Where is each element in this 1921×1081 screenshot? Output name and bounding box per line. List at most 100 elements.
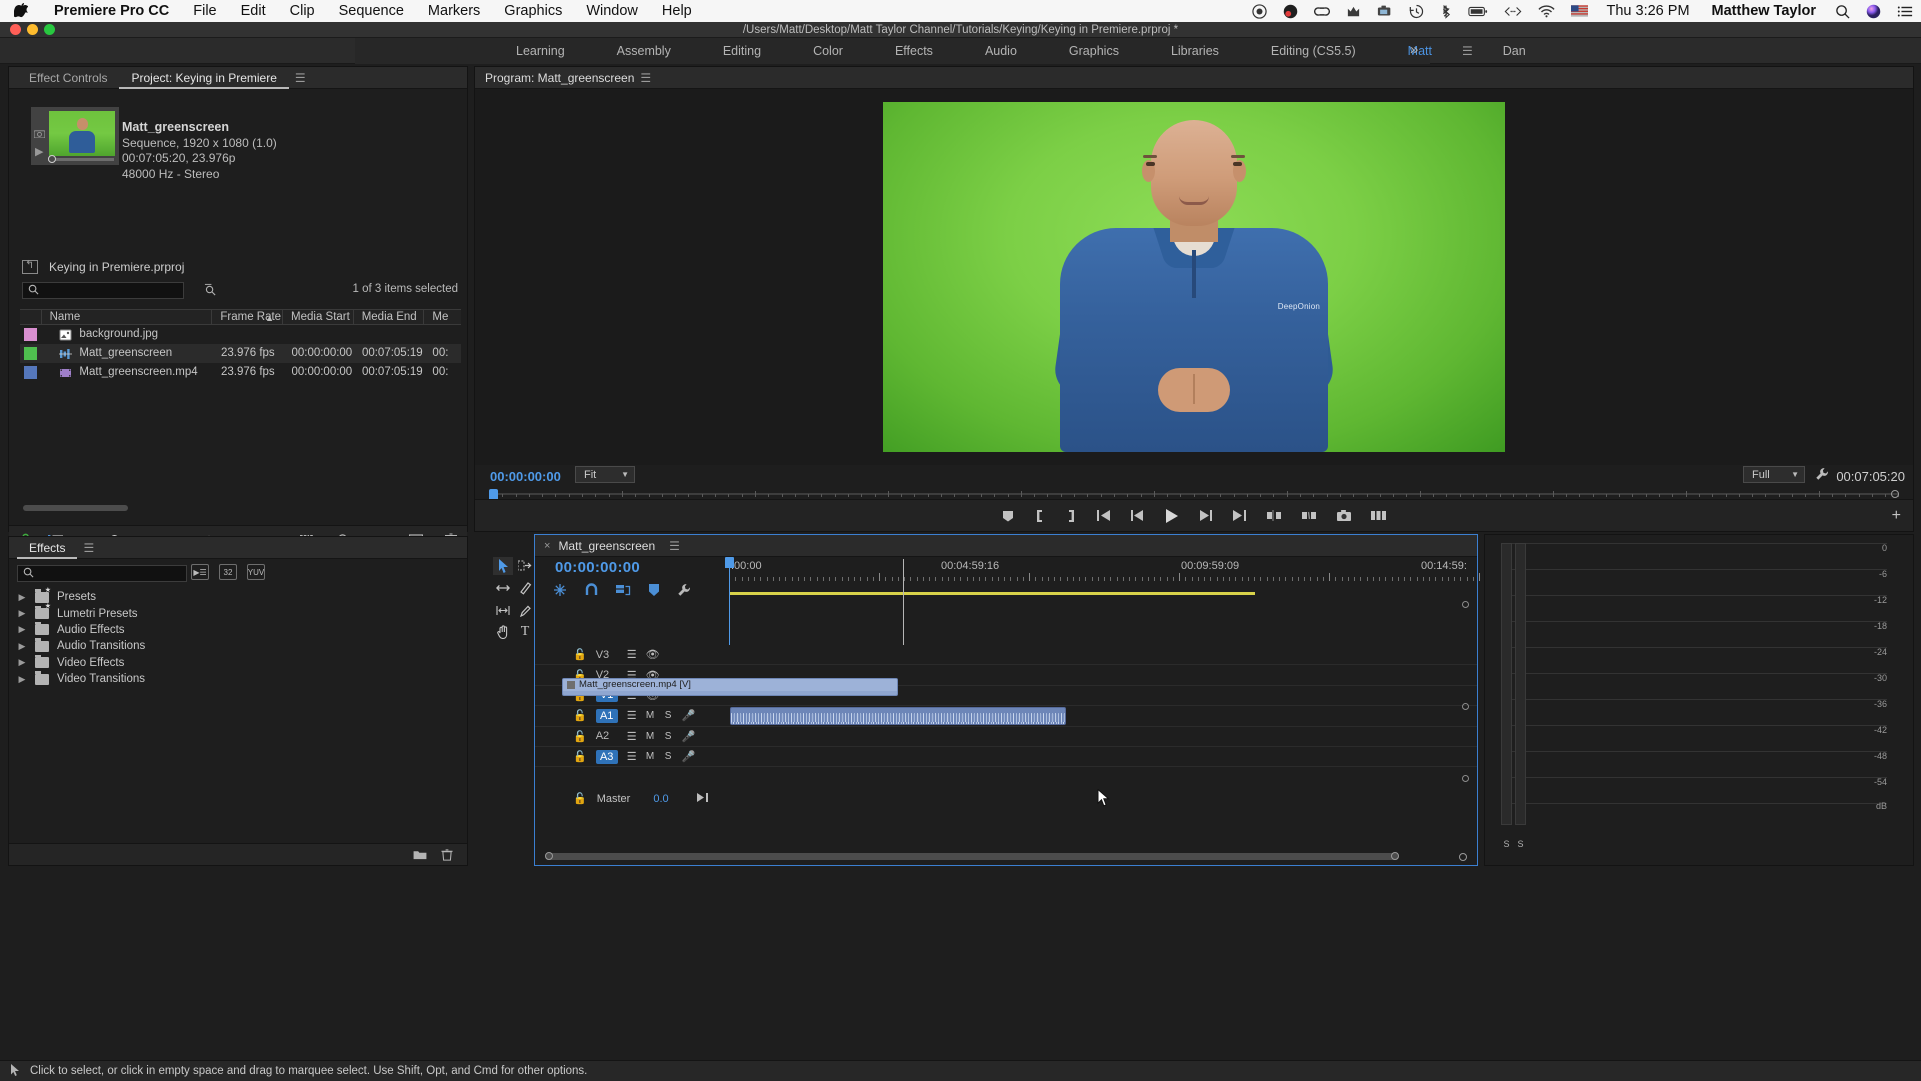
effects-tree-item-video-effects[interactable]: ▶ Video Effects bbox=[13, 654, 463, 671]
playback-resolution-select[interactable]: Full ▼ bbox=[1743, 466, 1805, 483]
preview-thumbnail[interactable]: ▶ bbox=[31, 107, 119, 165]
close-tab-icon[interactable]: × bbox=[544, 540, 550, 552]
workspace-tab-effects[interactable]: Effects bbox=[869, 38, 959, 64]
column-header-swatch[interactable] bbox=[20, 309, 42, 325]
track-label[interactable]: V3 bbox=[596, 649, 618, 661]
sync-lock-icon[interactable]: ☰ bbox=[627, 750, 637, 763]
panel-menu-icon[interactable]: ☰ bbox=[634, 71, 657, 85]
zoom-window-button[interactable] bbox=[44, 24, 55, 35]
lock-icon[interactable]: 🔓 bbox=[573, 750, 587, 763]
creative-cloud-icon[interactable] bbox=[1306, 4, 1338, 19]
workspace-tab-graphics[interactable]: Graphics bbox=[1043, 38, 1145, 64]
menu-app-name[interactable]: Premiere Pro CC bbox=[42, 3, 181, 19]
track-lane-v3[interactable] bbox=[729, 645, 1477, 666]
bluetooth-icon[interactable] bbox=[1432, 4, 1460, 19]
track-lane-a2[interactable] bbox=[729, 727, 1477, 747]
lock-icon[interactable]: 🔓 bbox=[573, 648, 587, 661]
timeline-master-row[interactable]: 🔓 Master 0.0 bbox=[535, 788, 729, 809]
time-machine-icon[interactable] bbox=[1401, 4, 1432, 19]
zoom-level-select[interactable]: Fit ▼ bbox=[575, 466, 635, 483]
sync-lock-icon[interactable]: ☰ bbox=[627, 709, 637, 722]
chevron-right-icon[interactable]: ▶ bbox=[17, 592, 27, 603]
program-timecode[interactable]: 00:00:00:00 bbox=[490, 469, 561, 484]
chevron-right-icon[interactable]: ▶ bbox=[17, 624, 27, 635]
yuv-effects-icon[interactable]: YUV bbox=[247, 564, 265, 580]
audio-meter-bars[interactable] bbox=[1501, 543, 1545, 825]
project-search-input[interactable] bbox=[39, 284, 169, 297]
mark-out-icon[interactable] bbox=[1065, 509, 1077, 523]
close-window-button[interactable] bbox=[10, 24, 21, 35]
battery-icon[interactable] bbox=[1460, 5, 1496, 18]
wifi-icon[interactable] bbox=[1530, 4, 1563, 18]
solo-track-button[interactable]: S bbox=[664, 731, 673, 742]
effects-tree-item-audio-effects[interactable]: ▶ Audio Effects bbox=[13, 621, 463, 638]
sequence-settings-icon[interactable] bbox=[553, 583, 567, 597]
razor-tool[interactable] bbox=[515, 579, 535, 597]
project-horizontal-scrollbar[interactable] bbox=[23, 505, 128, 511]
code-icon[interactable] bbox=[1496, 5, 1530, 18]
step-back-icon[interactable] bbox=[1130, 509, 1144, 522]
menu-item-help[interactable]: Help bbox=[650, 3, 704, 19]
track-target-dot-mid[interactable] bbox=[1462, 703, 1469, 710]
program-monitor-title[interactable]: Program: Matt_greenscreen bbox=[485, 71, 634, 85]
row-name-cell[interactable]: background.jpg bbox=[41, 325, 213, 344]
add-button-icon[interactable]: + bbox=[1892, 507, 1901, 525]
menu-item-markers[interactable]: Markers bbox=[416, 3, 492, 19]
mute-track-button[interactable]: M bbox=[646, 710, 655, 721]
track-header-a2[interactable]: 🔓 A2 ☰ M S 🎤 bbox=[535, 727, 729, 747]
timeline-sequence-name[interactable]: Matt_greenscreen bbox=[558, 539, 655, 553]
play-icon[interactable] bbox=[1163, 508, 1180, 524]
snap-icon[interactable] bbox=[585, 583, 598, 597]
effects-tree-item-video-transitions[interactable]: ▶ Video Transitions bbox=[13, 671, 463, 687]
sync-lock-icon[interactable]: ☰ bbox=[627, 730, 637, 743]
output-meter-icon[interactable] bbox=[696, 792, 710, 806]
siri-icon[interactable] bbox=[1858, 4, 1889, 19]
column-header-media-end[interactable]: Media End bbox=[354, 309, 425, 325]
obs-icon[interactable] bbox=[1275, 4, 1306, 19]
track-header-a3[interactable]: 🔓 A3 ☰ M S 🎤 bbox=[535, 747, 729, 768]
effects-tree-item-lumetri-presets[interactable]: ▶ Lumetri Presets bbox=[13, 602, 463, 621]
track-lane-a3[interactable] bbox=[729, 747, 1477, 768]
panel-menu-icon[interactable]: ☰ bbox=[77, 541, 100, 555]
effects-search-box[interactable] bbox=[17, 565, 187, 582]
pen-tool[interactable] bbox=[515, 601, 535, 619]
workspace-tab-audio[interactable]: Audio bbox=[959, 38, 1043, 64]
track-target-dot-top[interactable] bbox=[1462, 601, 1469, 608]
chevron-double-right-icon[interactable]: » bbox=[1410, 41, 1418, 58]
project-search-box[interactable] bbox=[22, 282, 184, 299]
workspace-tab-assembly[interactable]: Assembly bbox=[591, 38, 697, 64]
timeline-ruler[interactable]: :00:00 00:04:59:16 00:09:59:09 00:14:59: bbox=[729, 559, 1480, 581]
camera-icon[interactable] bbox=[33, 129, 46, 141]
mic-icon[interactable]: 🎤 bbox=[682, 709, 696, 722]
apple-icon[interactable] bbox=[0, 3, 42, 19]
effects-search-input[interactable] bbox=[34, 567, 174, 580]
zoom-handle-right[interactable] bbox=[1391, 852, 1399, 860]
go-to-in-icon[interactable] bbox=[1096, 509, 1111, 522]
menu-item-edit[interactable]: Edit bbox=[229, 3, 278, 19]
settings-wrench-icon[interactable] bbox=[1815, 467, 1829, 484]
playhead-handle[interactable] bbox=[725, 557, 734, 568]
mark-in-icon[interactable] bbox=[1034, 509, 1046, 523]
zoom-handle-left[interactable] bbox=[545, 852, 553, 860]
timeline-track-area[interactable]: Matt_greenscreen.mp4 [V] bbox=[562, 601, 1477, 843]
lock-icon[interactable]: 🔓 bbox=[573, 709, 587, 722]
timeline-horizontal-scrollbar[interactable] bbox=[545, 852, 1399, 860]
window-controls[interactable] bbox=[10, 24, 55, 35]
delete-custom-item-icon[interactable] bbox=[441, 848, 453, 861]
workspace-menu-icon[interactable]: ☰ bbox=[1458, 44, 1477, 58]
slip-tool[interactable] bbox=[493, 601, 513, 619]
menu-item-clip[interactable]: Clip bbox=[278, 3, 327, 19]
new-custom-bin-icon[interactable] bbox=[413, 849, 427, 860]
workspace-tab-color[interactable]: Color bbox=[787, 38, 869, 64]
add-marker-icon[interactable] bbox=[649, 583, 659, 597]
camera-icon[interactable] bbox=[1369, 4, 1401, 18]
lock-icon[interactable]: 🔓 bbox=[573, 792, 587, 805]
project-root-row[interactable]: Keying in Premiere.prproj bbox=[22, 258, 184, 274]
row-name-cell[interactable]: Matt_greenscreen bbox=[41, 344, 213, 363]
workspace-tab-editing[interactable]: Editing bbox=[697, 38, 787, 64]
solo-button-left[interactable]: S bbox=[1501, 839, 1512, 849]
go-to-out-icon[interactable] bbox=[1232, 509, 1247, 522]
work-area-bar[interactable] bbox=[729, 592, 1255, 595]
menu-item-window[interactable]: Window bbox=[574, 3, 650, 19]
timeline-display-settings-icon[interactable] bbox=[677, 583, 691, 597]
